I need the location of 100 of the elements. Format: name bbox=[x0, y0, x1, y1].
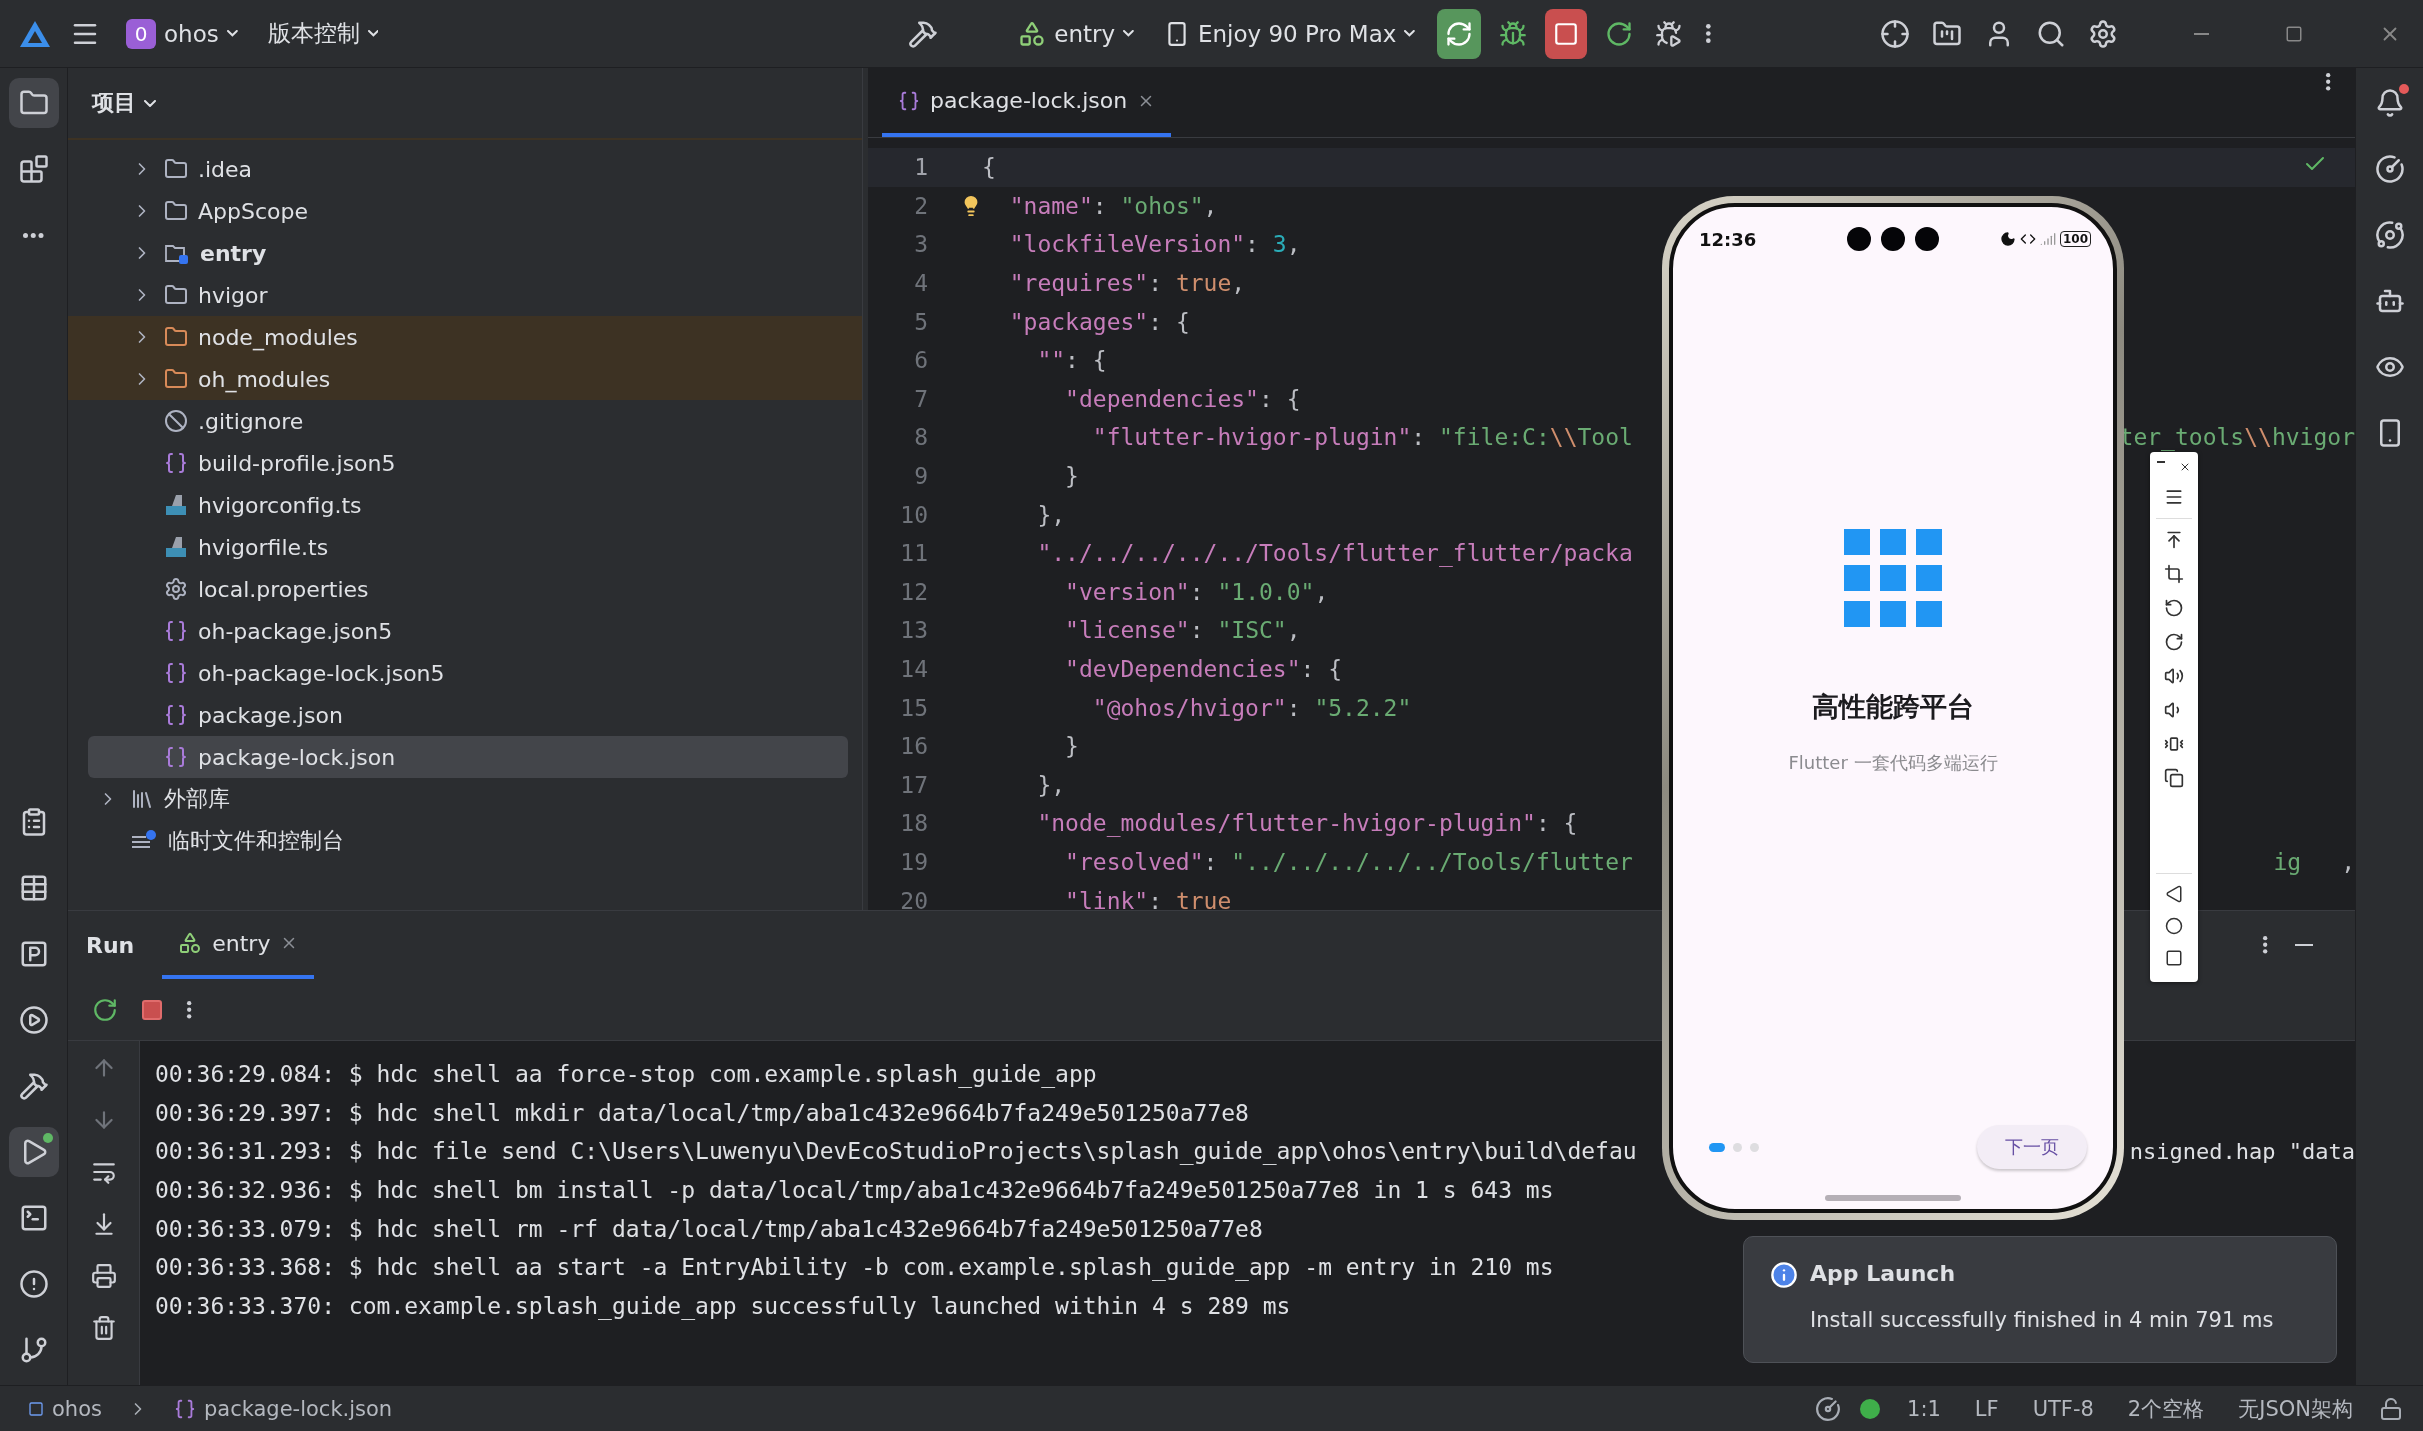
next-page-button[interactable]: 下一页 bbox=[1977, 1125, 2087, 1169]
tree-item[interactable]: local.properties bbox=[198, 576, 369, 602]
alert-dot bbox=[2398, 84, 2409, 94]
stop-button[interactable] bbox=[1545, 8, 1588, 59]
status-dot bbox=[42, 1133, 53, 1143]
chevron-icon bbox=[367, 30, 379, 37]
gauge-icon bbox=[2374, 154, 2405, 184]
breadcrumb-item[interactable]: package-lock.json bbox=[165, 1392, 401, 1425]
stop-icon bbox=[140, 997, 164, 1022]
tree-item[interactable]: .gitignore bbox=[198, 408, 304, 434]
typescript-file-icon bbox=[164, 493, 188, 517]
line-number: 13 bbox=[899, 617, 928, 644]
play-circle-icon bbox=[18, 1005, 49, 1035]
project-view-selector[interactable]: 项目 bbox=[86, 87, 162, 119]
grid-logo-icon bbox=[1844, 529, 1942, 627]
unlock-icon[interactable] bbox=[2379, 1396, 2403, 1421]
run-configuration-selector[interactable]: entry bbox=[1010, 8, 1142, 59]
status-item[interactable]: LF bbox=[1966, 1392, 2007, 1425]
status-item[interactable]: UTF-8 bbox=[2024, 1392, 2102, 1425]
chevron-icon bbox=[226, 30, 238, 37]
braces-icon bbox=[164, 661, 188, 685]
tree-item[interactable]: hvigorconfig.ts bbox=[198, 492, 362, 518]
tree-item[interactable]: .idea bbox=[198, 156, 253, 182]
tree-item[interactable]: package-lock.json bbox=[198, 744, 396, 770]
alert-icon bbox=[18, 1269, 49, 1299]
console-line: 00:36:33.368: $ hdc shell aa start -a EntryAbility -b com.example.splash_guide_app -m entry in 210 ms bbox=[155, 1254, 1554, 1281]
code-line: "link": true bbox=[1064, 887, 1232, 910]
device-selector[interactable]: Enjoy 90 Pro Max bbox=[1155, 8, 1424, 59]
tree-item[interactable]: oh_modules bbox=[198, 366, 331, 392]
folder-icon bbox=[164, 157, 188, 181]
gauge-icon[interactable] bbox=[1815, 1395, 1842, 1422]
chevron-icon bbox=[144, 99, 156, 107]
rerun-button[interactable] bbox=[1437, 8, 1482, 59]
version-control-menu[interactable]: 版本控制 bbox=[259, 8, 387, 59]
branch-icon bbox=[18, 1335, 49, 1365]
code-line: "version": "1.0.0", bbox=[1064, 578, 1329, 605]
line-number: 12 bbox=[899, 578, 928, 605]
tree-item[interactable]: package.json bbox=[198, 702, 343, 728]
line-number: 9 bbox=[913, 463, 928, 490]
tree-item[interactable]: AppScope bbox=[198, 198, 308, 224]
code-line: "flutter-hvigor-plugin": "file:C:\\Tool bbox=[1091, 424, 1633, 451]
line-number: 4 bbox=[913, 270, 928, 297]
console-line: 00:36:33.370: com.example.splash_guide_app successfully launched within 4 s 289 ms bbox=[155, 1292, 1291, 1319]
tree-item[interactable]: 临时文件和控制台 bbox=[168, 826, 344, 856]
tree-item[interactable]: oh-package.json5 bbox=[198, 618, 393, 644]
run-tool-button[interactable] bbox=[8, 1127, 59, 1177]
tree-item[interactable]: entry bbox=[200, 240, 267, 266]
shapes-icon bbox=[178, 931, 203, 955]
editor-tab[interactable]: package-lock.json bbox=[882, 68, 1172, 137]
console-line: 00:36:31.293: $ hdc file send C:\Users\Luwenyu\DevEcoStudioProjects\splash_guide_app\ohos\entry\build\defau bbox=[155, 1138, 1637, 1165]
status-item[interactable]: 2个空格 bbox=[2119, 1390, 2213, 1427]
project-selector[interactable]: 0 ohos bbox=[118, 8, 246, 59]
battery-level: 100 bbox=[2059, 231, 2091, 247]
crop-icon bbox=[2164, 564, 2184, 584]
gear-icon bbox=[164, 577, 188, 601]
status-item[interactable]: 无JSON架构 bbox=[2230, 1390, 2361, 1427]
code-line: "packages": { bbox=[1008, 308, 1190, 335]
line-number: 17 bbox=[899, 771, 928, 798]
braces-icon bbox=[164, 745, 188, 769]
console-line: 00:36:29.084: $ hdc shell aa force-stop com.example.splash_guide_app bbox=[155, 1061, 1097, 1088]
chevron-icon bbox=[1123, 30, 1134, 37]
tree-item[interactable]: node_modules bbox=[198, 324, 358, 350]
code-line: "../../../../../Tools/flutter_flutter/packa bbox=[1036, 540, 1633, 567]
more-icon bbox=[186, 999, 193, 1020]
menu-icon bbox=[2164, 487, 2184, 507]
code-line: "dependencies": { bbox=[1064, 385, 1301, 412]
code-line: { bbox=[982, 154, 996, 181]
tree-item[interactable]: hvigorfile.ts bbox=[198, 534, 329, 560]
console-line: 00:36:33.079: $ hdc shell rm -rf data/local/tmp/aba1c432e9664b7fa249e501250a77e8 bbox=[155, 1215, 1263, 1242]
more-icon bbox=[1705, 23, 1712, 44]
bug-icon bbox=[1655, 19, 1684, 48]
back-icon bbox=[2165, 885, 2183, 903]
typescript-file-icon bbox=[164, 535, 188, 559]
code-line: "": { bbox=[1036, 347, 1107, 374]
line-number: 2 bbox=[913, 192, 928, 219]
tree-item[interactable]: build-profile.json5 bbox=[198, 450, 396, 476]
status-indicator-icon bbox=[1859, 1397, 1882, 1420]
code-line: } bbox=[1064, 463, 1079, 490]
braces-icon bbox=[164, 451, 188, 475]
tree-item[interactable]: oh-package-lock.json5 bbox=[198, 660, 445, 686]
notification-message: Install successfully finished in 4 min 791 ms bbox=[1810, 1307, 2275, 1334]
code-line: } bbox=[1064, 733, 1079, 760]
braces-icon bbox=[898, 89, 920, 112]
more-icon bbox=[2262, 935, 2269, 955]
shapes-icon bbox=[1018, 19, 1047, 48]
more-icon bbox=[2324, 72, 2331, 92]
rotate-left-icon bbox=[2164, 598, 2184, 618]
breadcrumb-item[interactable]: ohos bbox=[20, 1392, 110, 1425]
folder-tool-button[interactable] bbox=[8, 78, 59, 128]
line-number: 1 bbox=[913, 154, 928, 181]
tree-item[interactable]: hvigor bbox=[198, 282, 268, 308]
refresh-icon bbox=[1445, 19, 1474, 48]
project-badge: 0 bbox=[126, 18, 156, 49]
page-indicator-dot[interactable] bbox=[1733, 1142, 1742, 1152]
page-indicator-dot[interactable] bbox=[1750, 1142, 1759, 1152]
code-line: "name": "ohos", bbox=[1008, 192, 1218, 219]
line-number: 18 bbox=[899, 810, 928, 837]
status-item[interactable]: 1:1 bbox=[1899, 1392, 1949, 1425]
tree-item[interactable]: 外部库 bbox=[164, 784, 230, 814]
code-line: "node_modules/flutter-hvigor-plugin": { bbox=[1036, 810, 1578, 837]
